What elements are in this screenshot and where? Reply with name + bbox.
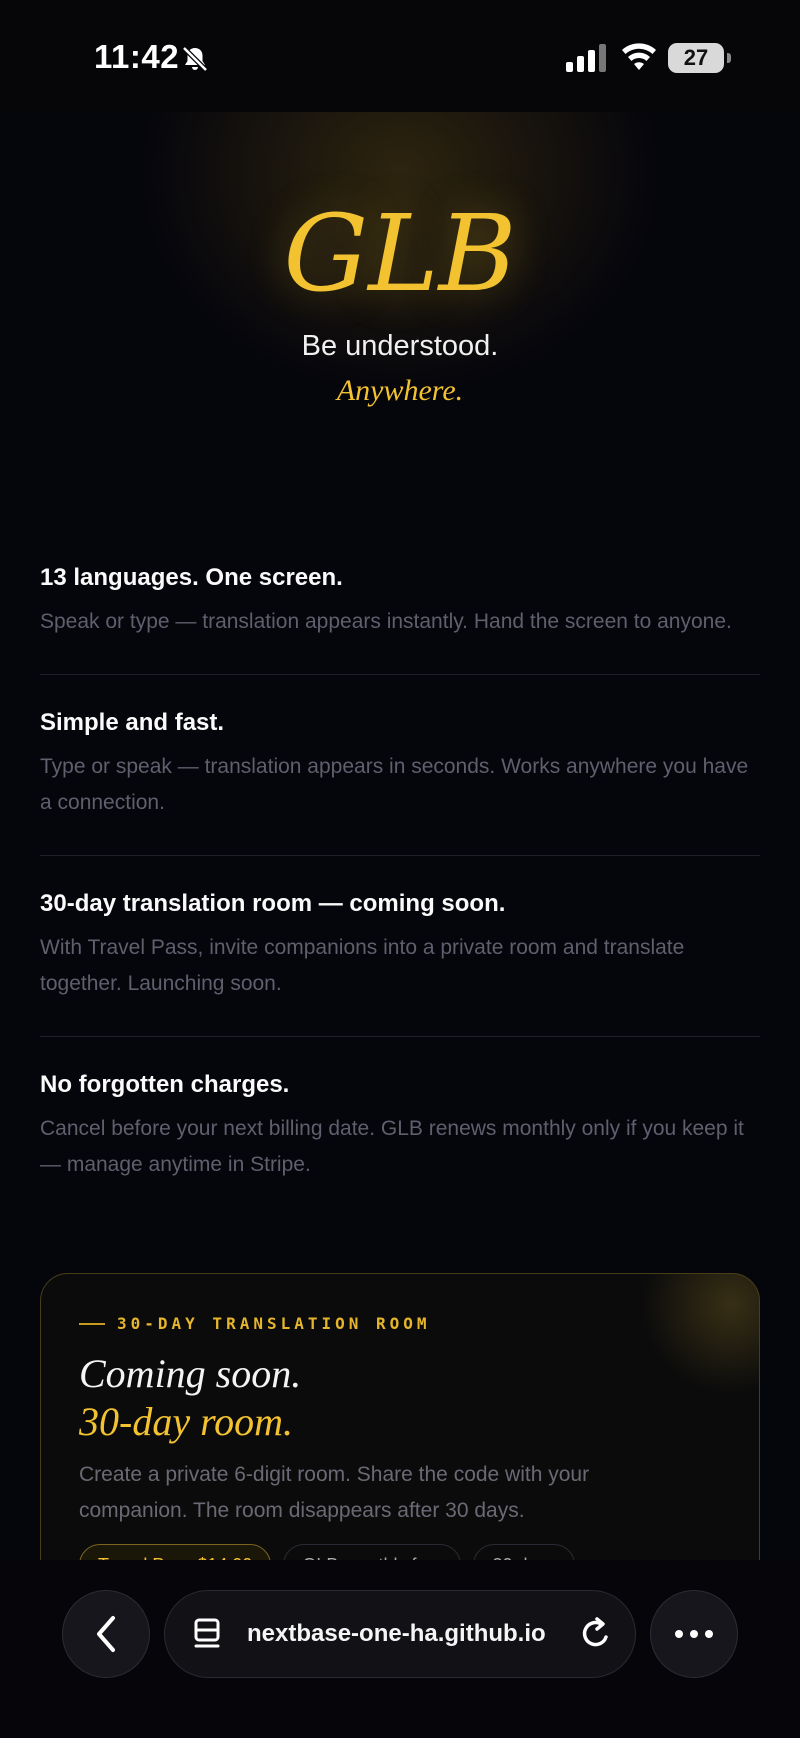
tagline: Be understood.: [301, 330, 499, 362]
card-eyebrow-text: 30-DAY TRANSLATION ROOM: [117, 1314, 431, 1333]
feature-title: No forgotten charges.: [40, 1071, 290, 1098]
url-text: nextbase-one-ha.github.io: [247, 1620, 546, 1647]
feature-title: Simple and fast.: [40, 709, 225, 736]
card-title-accent: 30-day room.: [79, 1399, 294, 1444]
back-button[interactable]: [62, 1590, 150, 1678]
chevron-left-icon: [97, 1616, 115, 1652]
tagline-accent: Anywhere.: [336, 374, 464, 407]
feature-body: Cancel before your next billing date. GL…: [40, 1117, 744, 1176]
more-button[interactable]: [650, 1590, 738, 1678]
feature-body: Type or speak — translation appears in s…: [40, 755, 749, 814]
feature-body: With Travel Pass, invite companions into…: [40, 936, 685, 995]
feature-item: No forgotten charges. Cancel before your…: [40, 1067, 760, 1217]
hero: GLB Be understood. Anywhere.: [0, 112, 800, 492]
reload-icon[interactable]: [577, 1615, 613, 1653]
feature-item: Simple and fast. Type or speak — transla…: [40, 705, 760, 856]
feature-list: 13 languages. One screen. Speak or type …: [40, 560, 760, 1247]
eyebrow-dash: [79, 1322, 105, 1325]
battery-icon: 27: [668, 43, 731, 73]
wifi-icon: [622, 43, 656, 70]
browser-toolbar: nextbase-one-ha.github.io: [0, 1560, 800, 1738]
cellular-signal-icon: [566, 44, 606, 72]
feature-body: Speak or type — translation appears inst…: [40, 610, 732, 633]
feature-title: 30-day translation room — coming soon.: [40, 890, 506, 917]
feature-title: 13 languages. One screen.: [40, 564, 343, 591]
status-bar: 11:42 27: [0, 0, 800, 112]
ellipsis-icon: [675, 1630, 713, 1638]
address-bar[interactable]: nextbase-one-ha.github.io: [164, 1590, 636, 1678]
card-title: Coming soon.: [79, 1351, 302, 1396]
card-description: Create a private 6-digit room. Share the…: [79, 1463, 590, 1522]
feature-item: 13 languages. One screen. Speak or type …: [40, 560, 760, 675]
app-logo: GLB: [283, 192, 517, 315]
card-eyebrow: 30-DAY TRANSLATION ROOM: [79, 1314, 431, 1333]
bell-slash-icon: [182, 46, 208, 72]
status-time: 11:42: [94, 38, 180, 75]
feature-item: 30-day translation room — coming soon. W…: [40, 886, 760, 1037]
page-menu-icon[interactable]: [193, 1617, 225, 1653]
